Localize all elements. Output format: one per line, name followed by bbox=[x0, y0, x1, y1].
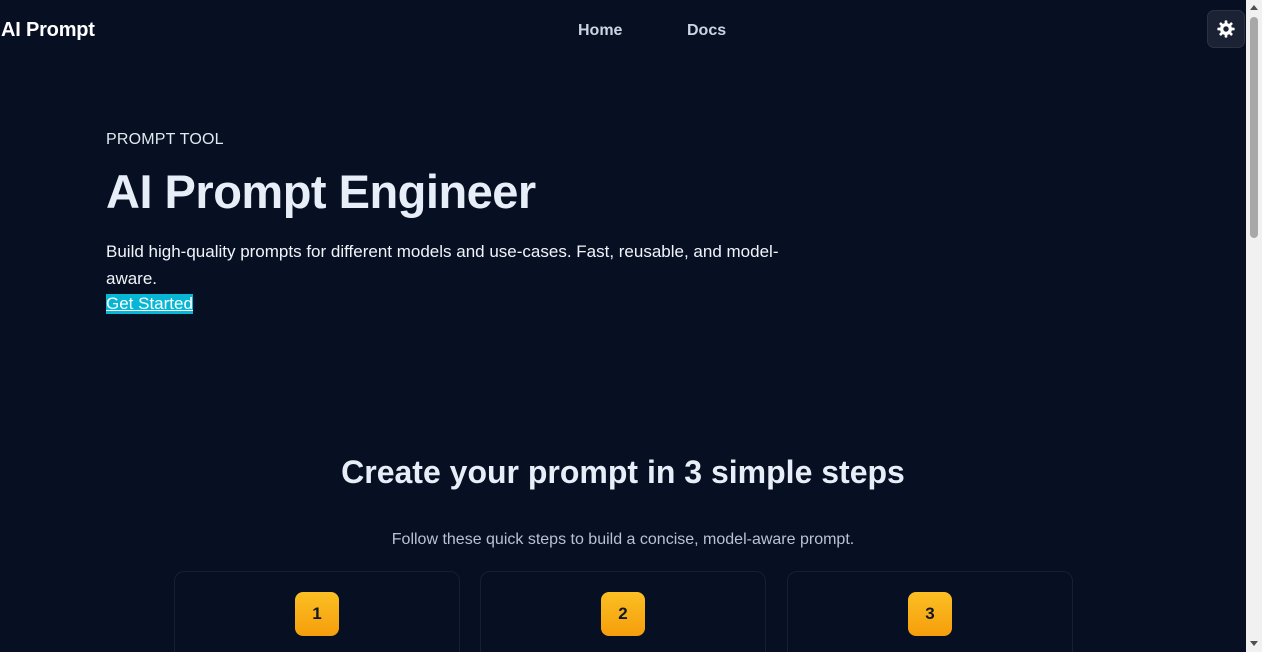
steps-title: Create your prompt in 3 simple steps bbox=[341, 454, 905, 490]
scroll-down-arrow-icon[interactable] bbox=[1250, 641, 1258, 646]
hero-title: AI Prompt Engineer bbox=[106, 165, 536, 218]
steps-subtitle: Follow these quick steps to build a conc… bbox=[391, 531, 855, 548]
hero-description: Build high-quality prompts for different… bbox=[106, 242, 779, 288]
sun-gear-icon bbox=[1217, 20, 1235, 38]
step-number-badge: 3 bbox=[908, 592, 952, 636]
get-started-link[interactable]: Get Started bbox=[106, 294, 193, 314]
top-nav-bar: AI Prompt Home Docs bbox=[0, 0, 1246, 64]
nav-link-docs[interactable]: Docs bbox=[687, 22, 726, 40]
step-number-badge: 2 bbox=[601, 592, 645, 636]
scroll-up-arrow-icon[interactable] bbox=[1250, 5, 1258, 10]
page: AI Prompt Home Docs PROMPT TOOL AI Promp… bbox=[0, 0, 1246, 652]
step-number-badge: 1 bbox=[295, 592, 339, 636]
brand-logo[interactable]: AI Prompt bbox=[1, 19, 95, 42]
step-card-3: 3 bbox=[787, 571, 1073, 652]
theme-toggle-button[interactable] bbox=[1207, 10, 1245, 48]
vertical-scrollbar[interactable] bbox=[1246, 0, 1262, 652]
step-card-1: 1 bbox=[174, 571, 460, 652]
hero-eyebrow: PROMPT TOOL bbox=[106, 131, 224, 148]
nav-link-home[interactable]: Home bbox=[578, 22, 622, 40]
scroll-thumb[interactable] bbox=[1250, 17, 1258, 238]
step-card-2: 2 bbox=[480, 571, 766, 652]
